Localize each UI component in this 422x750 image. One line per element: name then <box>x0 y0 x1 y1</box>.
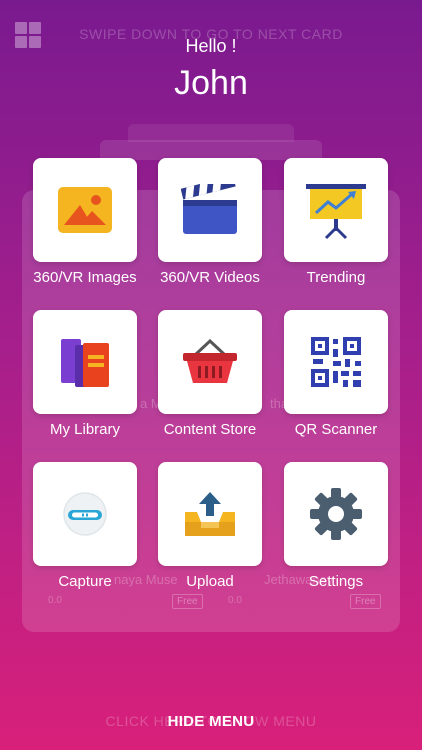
tile-label-trending: Trending <box>306 269 366 286</box>
tile-label-qr-scanner: QR Scanner <box>294 421 378 438</box>
tile-label-settings: Settings <box>308 573 364 590</box>
menu-tile-content-store[interactable] <box>158 310 262 414</box>
menu-tile-my-library[interactable] <box>33 310 137 414</box>
camera-360-icon <box>63 492 107 536</box>
ghost-rating-left: 0.0 <box>48 595 62 606</box>
hide-menu-button[interactable]: HIDE MENU <box>0 713 422 730</box>
menu-tile-capture[interactable] <box>33 462 137 566</box>
ghost-badge-left: Free <box>172 594 203 609</box>
card-stack-middle <box>100 140 322 160</box>
menu-tile-upload[interactable] <box>158 462 262 566</box>
clapperboard-icon <box>181 184 237 234</box>
gear-icon <box>310 488 362 540</box>
menu-tile-qr-scanner[interactable] <box>284 310 388 414</box>
ghost-rating-right: 0.0 <box>228 595 242 606</box>
menu-tile-settings[interactable] <box>284 462 388 566</box>
basket-icon <box>183 339 237 383</box>
ghost-badge-right: Free <box>350 594 381 609</box>
qr-code-icon <box>311 337 361 387</box>
books-icon <box>61 339 109 387</box>
image-icon <box>58 187 112 233</box>
greeting: Hello ! <box>185 36 237 56</box>
upload-tray-icon <box>185 492 235 536</box>
username: John <box>174 64 248 102</box>
menu-tile-360-vr-images[interactable] <box>33 158 137 262</box>
menu-tile-360-vr-videos[interactable] <box>158 158 262 262</box>
presentation-chart-icon <box>306 184 366 240</box>
menu-tile-trending[interactable] <box>284 158 388 262</box>
